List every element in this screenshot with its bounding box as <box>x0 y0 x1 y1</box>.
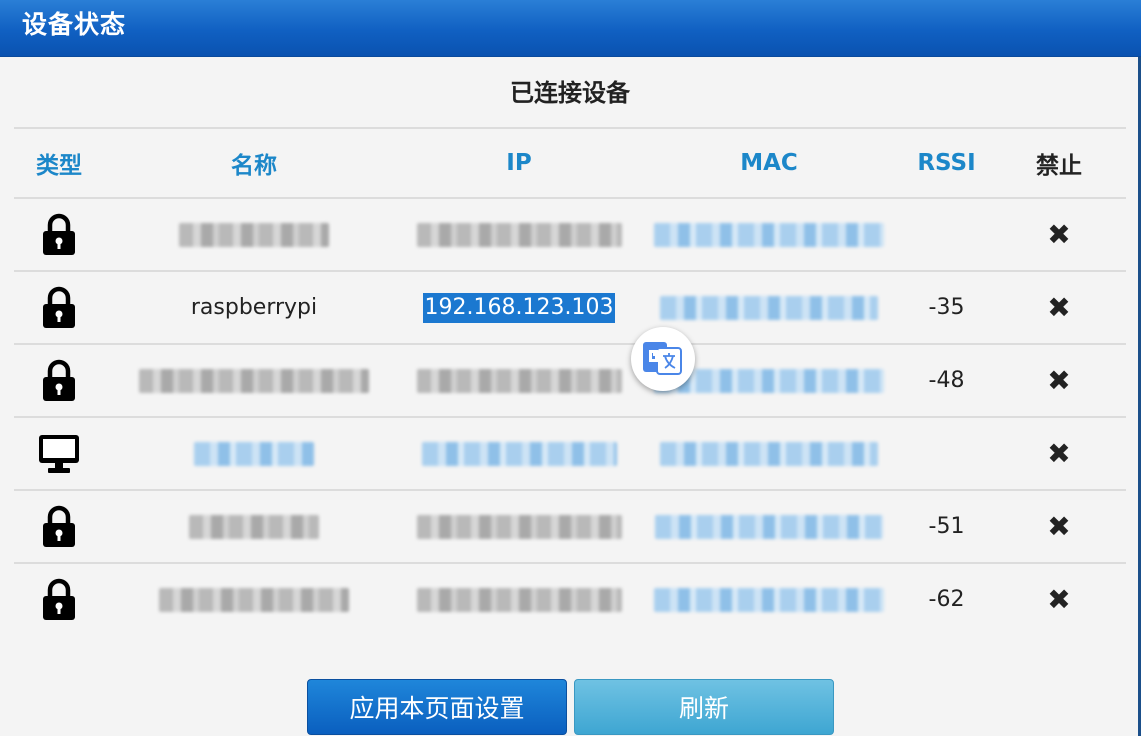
device-rssi: -62 <box>928 587 965 612</box>
refresh-button[interactable]: 刷新 <box>574 679 834 735</box>
connected-devices-panel: 已连接设备 类型 名称 IP MAC RSSI 禁止 ✖ raspberrypi… <box>0 57 1141 736</box>
ban-device-button[interactable]: ✖ <box>999 345 1119 416</box>
device-rssi <box>894 199 999 270</box>
column-header-ip: IP <box>506 150 532 176</box>
table-row: -48 ✖ <box>14 343 1126 416</box>
selected-ip-text[interactable]: 192.168.123.103 <box>422 292 616 323</box>
table-header-row: 类型 名称 IP MAC RSSI 禁止 <box>14 127 1126 197</box>
column-header-ban: 禁止 <box>1036 153 1082 179</box>
device-name-redacted <box>139 418 369 489</box>
device-rssi: -51 <box>928 514 965 539</box>
monitor-icon <box>14 418 104 489</box>
apply-settings-button[interactable]: 应用本页面设置 <box>307 679 567 735</box>
device-mac-redacted <box>644 418 894 489</box>
table-row: -62 ✖ <box>14 562 1126 635</box>
table-row: ✖ <box>14 416 1126 489</box>
column-header-rssi: RSSI <box>917 150 976 176</box>
column-header-name: 名称 <box>231 153 277 179</box>
device-ip-redacted <box>409 418 629 489</box>
device-mac-redacted <box>644 491 894 562</box>
window-title: 设备状态 <box>22 10 127 39</box>
title-bar: 设备状态 <box>0 0 1141 57</box>
ban-device-button[interactable]: ✖ <box>999 491 1119 562</box>
lock-icon <box>14 272 104 343</box>
device-rssi: -48 <box>928 368 965 393</box>
lock-icon <box>14 199 104 270</box>
column-header-mac: MAC <box>740 150 798 176</box>
column-header-type: 类型 <box>36 153 82 179</box>
device-rssi: -35 <box>928 295 965 320</box>
device-name-redacted <box>139 345 369 416</box>
lock-icon <box>14 564 104 635</box>
panel-heading: 已连接设备 <box>510 79 630 107</box>
device-rssi <box>894 418 999 489</box>
device-status-window: 设备状态 已连接设备 类型 名称 IP MAC RSSI 禁止 ✖ raspbe… <box>0 0 1141 736</box>
device-ip-redacted <box>409 345 629 416</box>
device-name: raspberrypi <box>190 295 318 320</box>
devices-table: 类型 名称 IP MAC RSSI 禁止 ✖ raspberrypi 192.1… <box>14 127 1126 635</box>
table-row: raspberrypi 192.168.123.103 -35 ✖ <box>14 270 1126 343</box>
device-ip[interactable]: 192.168.123.103 <box>409 272 629 343</box>
lock-icon <box>14 491 104 562</box>
device-name-redacted <box>139 564 369 635</box>
device-ip-redacted <box>409 199 629 270</box>
ban-device-button[interactable]: ✖ <box>999 418 1119 489</box>
translate-icon[interactable] <box>631 327 695 391</box>
device-name-redacted <box>139 199 369 270</box>
device-name-redacted <box>139 491 369 562</box>
table-row: -51 ✖ <box>14 489 1126 562</box>
ban-device-button[interactable]: ✖ <box>999 199 1119 270</box>
table-row: ✖ <box>14 197 1126 270</box>
device-ip-redacted <box>409 564 629 635</box>
device-ip-redacted <box>409 491 629 562</box>
lock-icon <box>14 345 104 416</box>
ban-device-button[interactable]: ✖ <box>999 564 1119 635</box>
ban-device-button[interactable]: ✖ <box>999 272 1119 343</box>
device-mac-redacted <box>644 564 894 635</box>
device-mac-redacted <box>644 199 894 270</box>
